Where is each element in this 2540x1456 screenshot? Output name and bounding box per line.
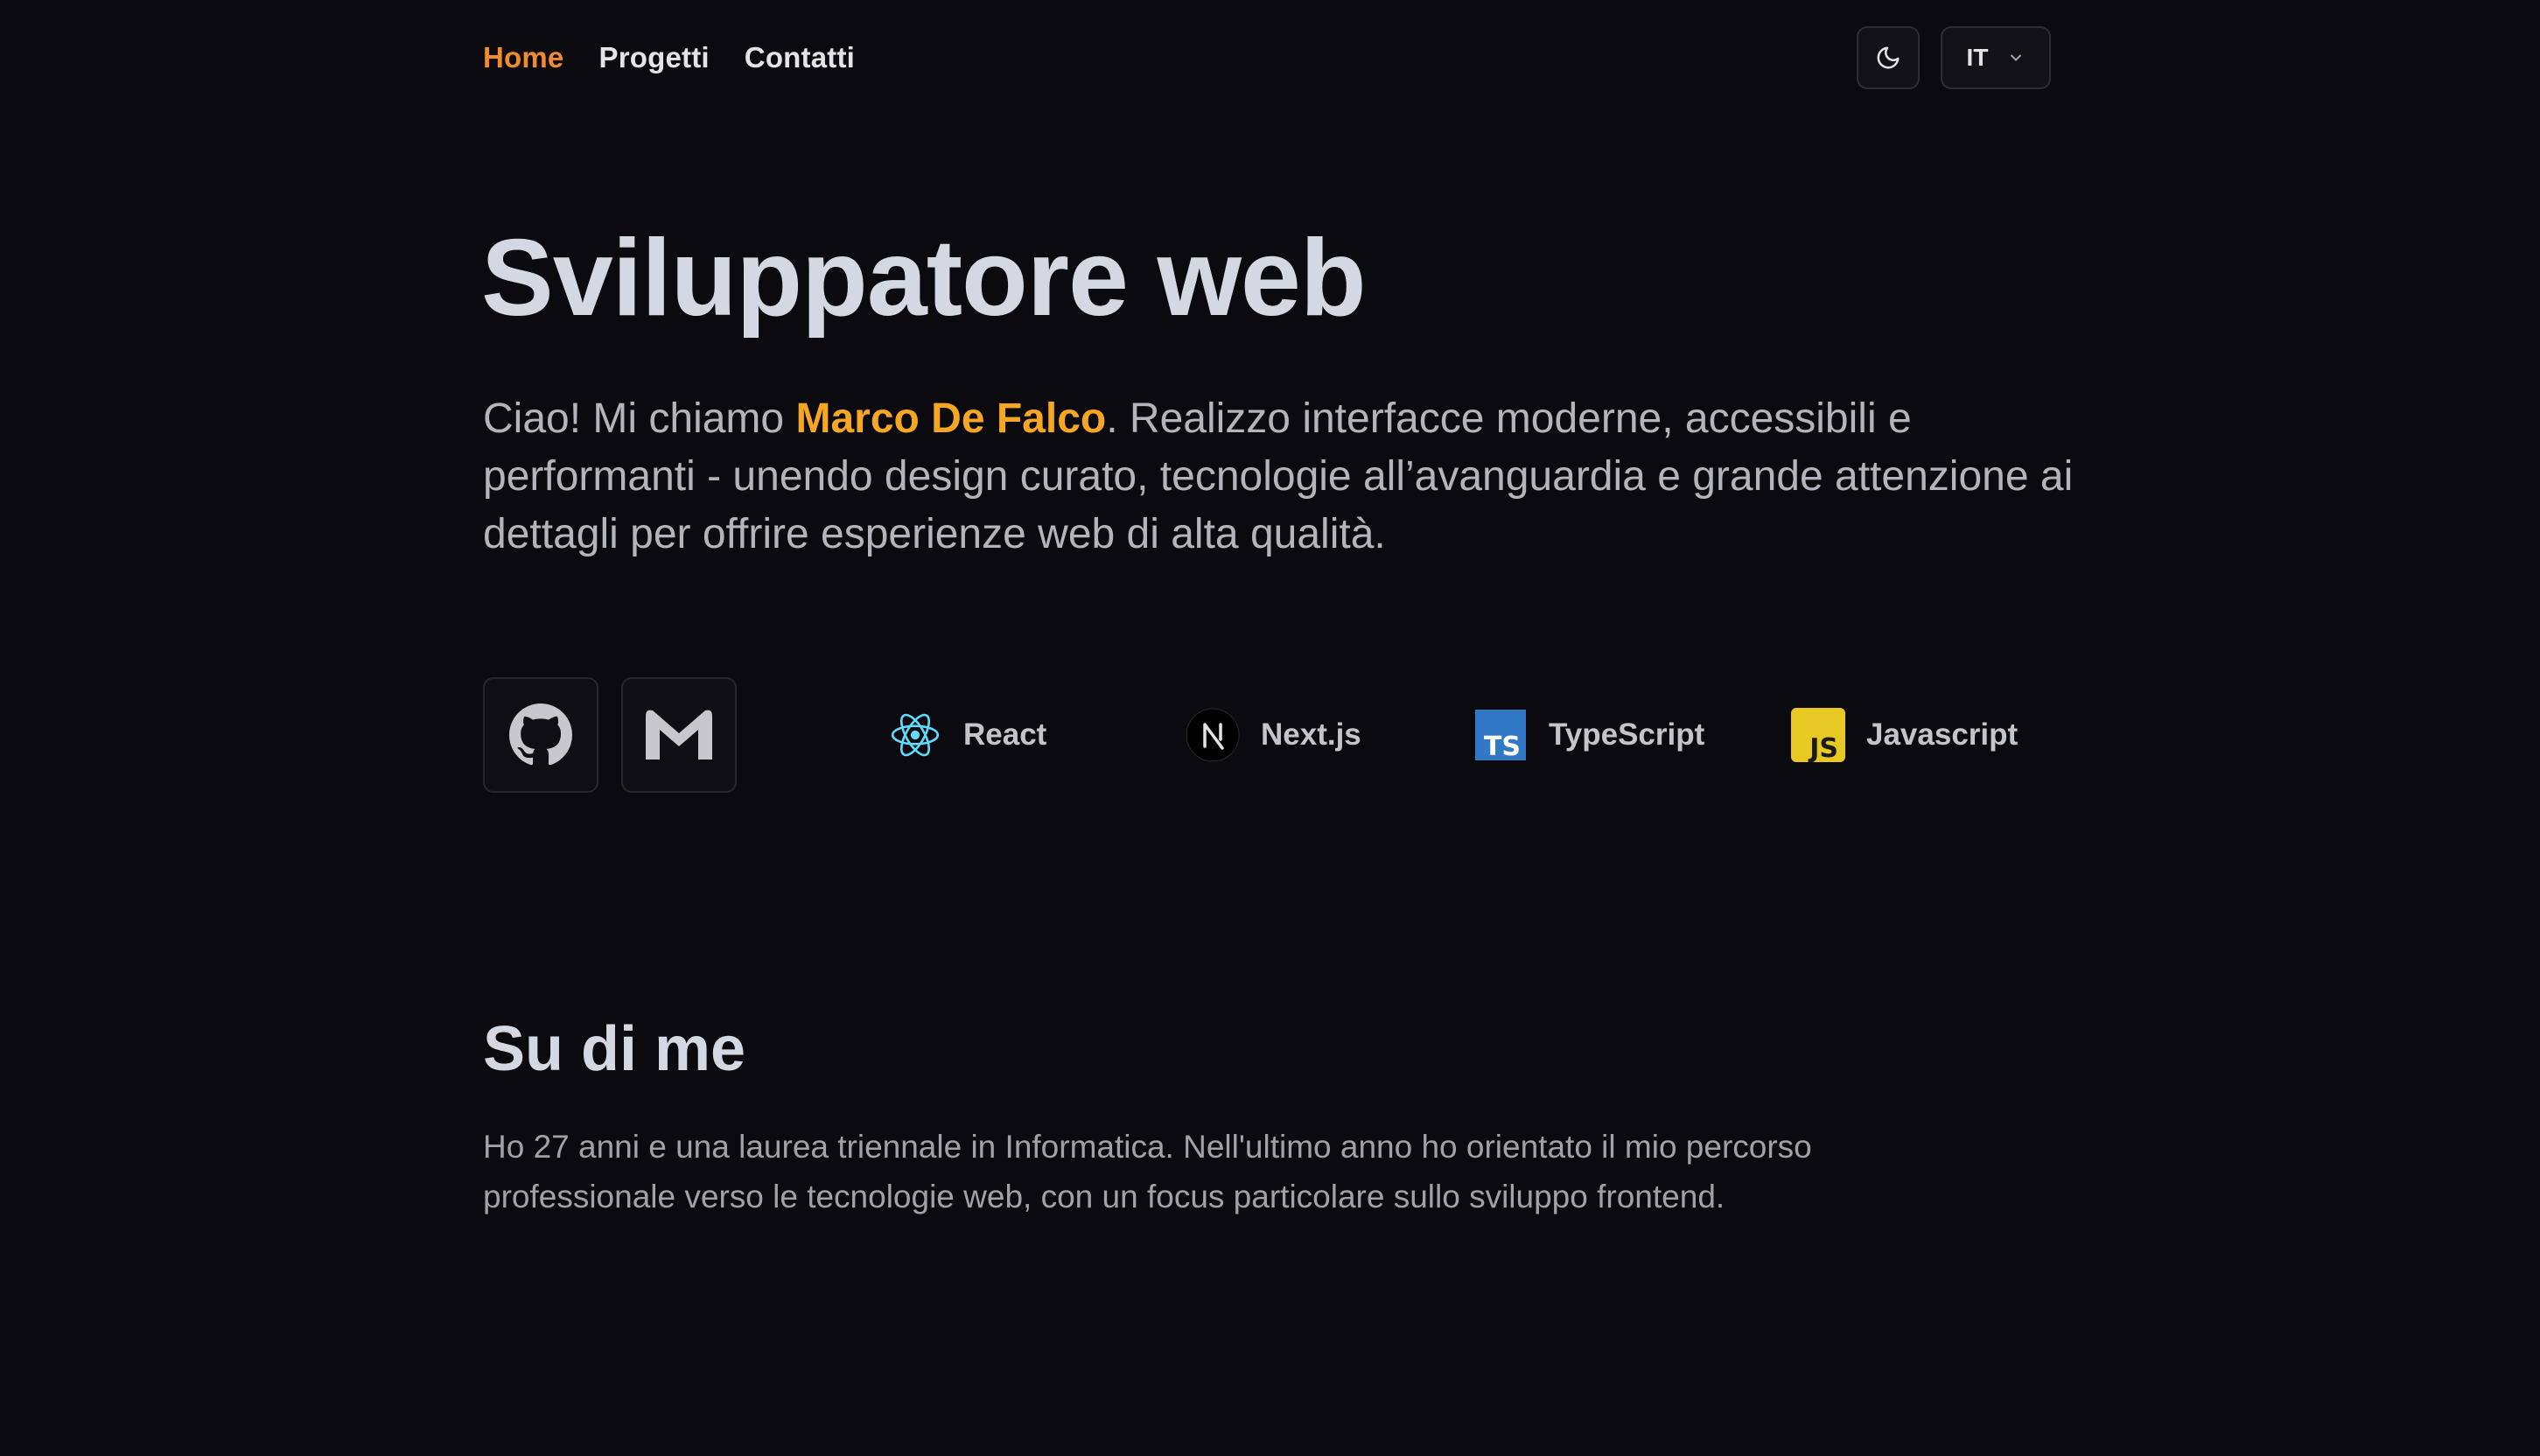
language-label: IT (1966, 44, 1989, 71)
tech-label: Javascript (1866, 718, 2019, 752)
moon-icon (1877, 46, 1900, 69)
hero-title: Sviluppatore web (481, 218, 1367, 339)
about-text: Ho 27 anni e una laurea triennale in Inf… (483, 1129, 1812, 1214)
author-name: Marco De Falco (795, 396, 1107, 442)
gmail-button[interactable] (621, 677, 737, 793)
hero-intro: Ciao! Mi chiamo Marco De Falco. Realizzo… (483, 390, 2075, 564)
tech-nextjs: Next.js (1186, 705, 1361, 765)
github-icon (509, 704, 572, 766)
svg-text:TS: TS (1484, 732, 1521, 760)
chevron-down-icon (2011, 54, 2022, 61)
github-button[interactable] (483, 677, 598, 793)
main-nav: Home Progetti Contatti (483, 41, 855, 74)
react-icon (888, 708, 942, 762)
tech-typescript: TS TypeScript (1473, 705, 1704, 765)
theme-toggle-button[interactable] (1857, 26, 1920, 89)
tech-label: TypeScript (1549, 718, 1705, 752)
tech-label: Next.js (1261, 718, 1361, 752)
tech-label: React (963, 718, 1047, 752)
intro-text-start: Ciao! Mi chiamo (483, 396, 796, 442)
social-links (483, 677, 737, 793)
gmail-icon (646, 710, 712, 760)
language-select[interactable]: IT (1941, 26, 2051, 89)
tech-javascript: JS Javascript (1791, 705, 2018, 765)
nav-projects-link[interactable]: Progetti (599, 41, 710, 74)
javascript-icon: JS (1791, 708, 1845, 762)
about-title: Su di me (483, 1014, 746, 1084)
tech-react: React (888, 705, 1046, 765)
nav-home-link[interactable]: Home (483, 41, 564, 74)
header-controls: IT (1857, 26, 2051, 89)
site-header: Home Progetti Contatti IT (483, 26, 2051, 89)
nextjs-icon (1186, 708, 1240, 762)
svg-text:JS: JS (1808, 733, 1838, 762)
nav-contacts-link[interactable]: Contatti (745, 41, 855, 74)
typescript-icon: TS (1473, 708, 1528, 762)
